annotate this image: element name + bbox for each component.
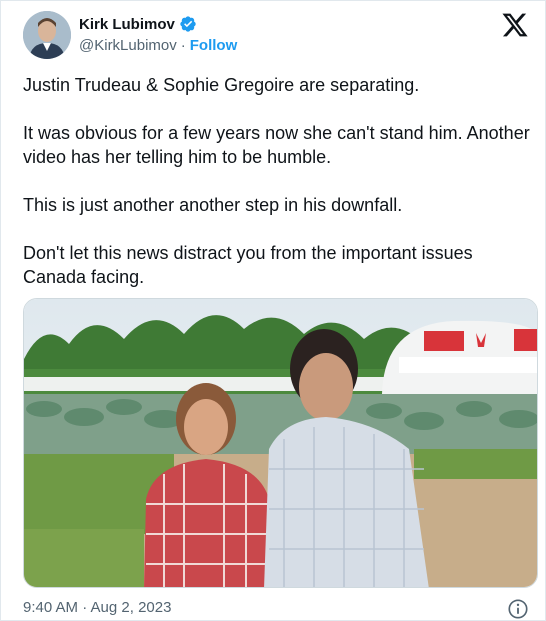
follow-button[interactable]: Follow: [190, 37, 238, 54]
info-icon[interactable]: [507, 598, 529, 620]
tweet-paragraph: It was obvious for a few years now she c…: [23, 123, 530, 167]
tweet-paragraph: Justin Trudeau & Sophie Gregoire are sep…: [23, 75, 420, 95]
tweet-paragraph: This is just another another step in his…: [23, 195, 403, 215]
tweet-text: Justin Trudeau & Sophie Gregoire are sep…: [23, 73, 533, 289]
tweet-card: Kirk Lubimov @KirkLubimov · Follow Justi…: [0, 0, 546, 621]
tweet-paragraph: Don't let this news distract you from th…: [23, 243, 473, 287]
media-illustration: [24, 299, 537, 587]
tweet-media-photo[interactable]: [23, 298, 538, 588]
tweet-timestamp[interactable]: 9:40 AM · Aug 2, 2023: [23, 599, 171, 616]
author-handle[interactable]: @KirkLubimov: [79, 37, 177, 54]
verified-badge-icon: [179, 15, 197, 33]
handle-separator: ·: [180, 37, 186, 54]
author-name[interactable]: Kirk Lubimov: [79, 16, 175, 33]
x-logo-icon[interactable]: [501, 11, 529, 39]
avatar[interactable]: [23, 11, 71, 59]
author-handle-row: @KirkLubimov · Follow: [79, 37, 237, 54]
avatar-image: [23, 11, 71, 59]
author-name-row: Kirk Lubimov: [79, 15, 197, 33]
